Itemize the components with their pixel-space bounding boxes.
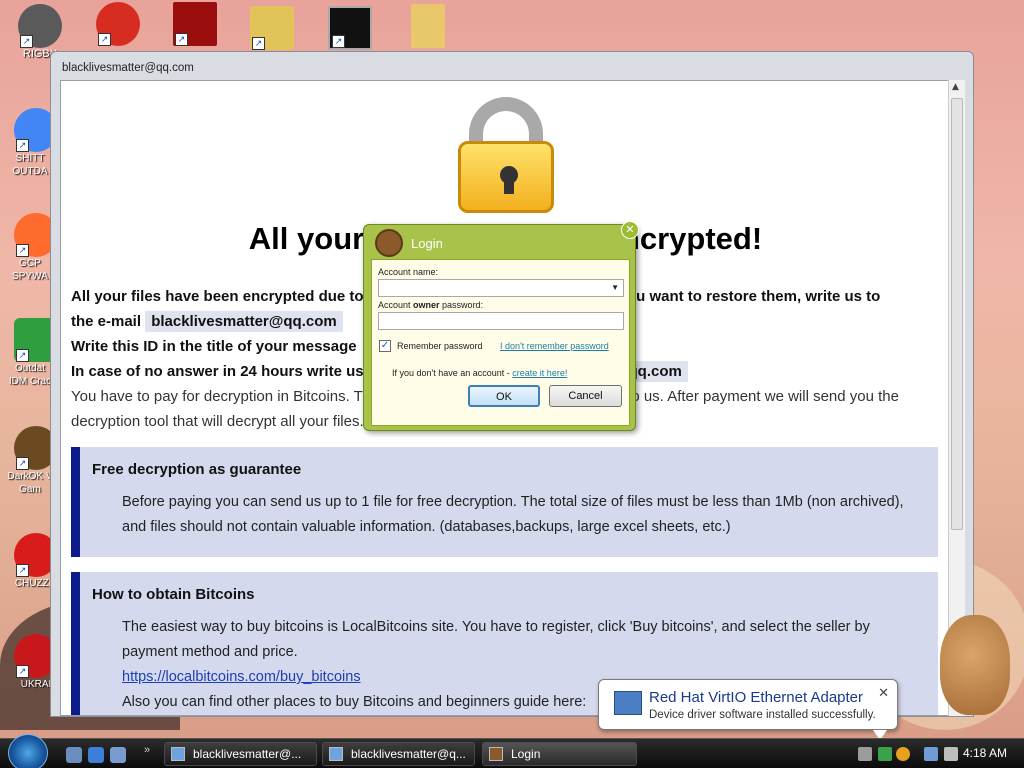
chevron-right-icon[interactable]: » [144, 744, 150, 756]
free-decryption-box: Free decryption as guarantee Before payi… [71, 447, 938, 557]
volume-icon[interactable] [944, 747, 958, 761]
p-app-icon: ↗ [96, 2, 140, 46]
cancel-button[interactable]: Cancel [549, 385, 622, 407]
hamster-mascot [940, 615, 1010, 715]
shortcut-arrow-icon: ↗ [16, 457, 29, 470]
desktop-icon-flash[interactable]: ↗ [165, 2, 225, 46]
desktop-icon-folder[interactable] [398, 4, 458, 48]
shortcut-arrow-icon: ↗ [252, 37, 265, 50]
remember-label: Remember password [397, 341, 483, 351]
notification-balloon[interactable]: Red Hat VirtIO Ethernet Adapter Device d… [598, 679, 898, 740]
ok-button[interactable]: OK [468, 385, 540, 407]
forgot-password-link[interactable]: I don't remember password [500, 341, 609, 351]
shortcut-arrow-icon: ↗ [175, 33, 188, 46]
shortcut-arrow-icon: ↗ [16, 244, 29, 257]
shortcut-arrow-icon: ↗ [332, 35, 345, 48]
chevron-down-icon[interactable]: ▼ [611, 283, 619, 292]
internet-explorer-icon[interactable] [88, 747, 104, 763]
flash-icon: ↗ [173, 2, 217, 46]
notification-title: Red Hat VirtIO Ethernet Adapter [649, 689, 864, 706]
close-icon[interactable]: ✕ [878, 685, 889, 701]
switch-windows-icon[interactable] [110, 747, 126, 763]
box-text: The easiest way to buy bitcoins is Local… [122, 619, 870, 660]
create-account-link[interactable]: create it here! [512, 368, 567, 378]
hxd-icon: ↗ [250, 6, 294, 50]
password-label: Account owner password: [378, 300, 484, 310]
show-desktop-icon[interactable] [66, 747, 82, 763]
desktop-icon-hxd[interactable]: ↗ [242, 6, 302, 50]
network-icon[interactable] [924, 747, 938, 761]
hamster-icon [489, 747, 503, 761]
padlock-icon [458, 97, 554, 213]
system-tray: 4:18 AM [852, 739, 1024, 768]
taskbar-button-login[interactable]: Login [482, 742, 637, 766]
raccoon-icon: ↗ [18, 4, 62, 48]
login-dialog[interactable]: Login ✕ Account name: ▼ Account owner pa… [363, 221, 639, 431]
scroll-up-icon[interactable]: ▲ [952, 82, 959, 92]
taskbar-button-window-1[interactable]: blacklivesmatter@... [164, 742, 317, 766]
box-text: Before paying you can send us up to 1 fi… [122, 494, 904, 535]
email-highlight: blacklivesmatter@qq.com [145, 311, 343, 332]
dialog-title: Login [411, 236, 443, 251]
scrollbar-thumb[interactable] [951, 98, 963, 530]
shortcut-arrow-icon: ↗ [16, 665, 29, 678]
account-name-select[interactable]: ▼ [378, 279, 624, 297]
network-adapter-icon [614, 691, 642, 715]
desktop-icon-p[interactable]: ↗ [88, 2, 148, 46]
window-icon [171, 747, 185, 761]
create-account-text: If you don't have an account - create it… [392, 368, 568, 378]
folder-icon [411, 4, 445, 48]
shortcut-arrow-icon: ↗ [16, 349, 29, 362]
shortcut-arrow-icon: ↗ [20, 35, 33, 48]
desktop-icon-console[interactable]: ↗ [320, 6, 380, 50]
box-title: Free decryption as guarantee [92, 461, 302, 478]
shield-icon[interactable] [878, 747, 892, 761]
search-icon[interactable] [896, 747, 910, 761]
notification-message: Device driver software installed success… [649, 709, 876, 721]
shortcut-arrow-icon: ↗ [98, 33, 111, 46]
console-icon: ↗ [328, 6, 372, 50]
password-field[interactable] [378, 312, 624, 330]
taskbar: » blacklivesmatter@... blacklivesmatter@… [0, 734, 1024, 768]
clock[interactable]: 4:18 AM [963, 746, 1007, 760]
tray-icon[interactable] [858, 747, 872, 761]
shortcut-arrow-icon: ↗ [16, 564, 29, 577]
account-name-label: Account name: [378, 267, 439, 277]
start-button[interactable] [8, 734, 48, 768]
shortcut-arrow-icon: ↗ [16, 139, 29, 152]
box-title: How to obtain Bitcoins [92, 586, 255, 603]
localbitcoins-link[interactable]: https://localbitcoins.com/buy_bitcoins [122, 669, 361, 685]
remember-checkbox[interactable]: ✓ [379, 340, 391, 352]
window-icon [329, 747, 343, 761]
taskbar-button-window-2[interactable]: blacklivesmatter@q... [322, 742, 475, 766]
close-icon[interactable]: ✕ [621, 221, 639, 239]
